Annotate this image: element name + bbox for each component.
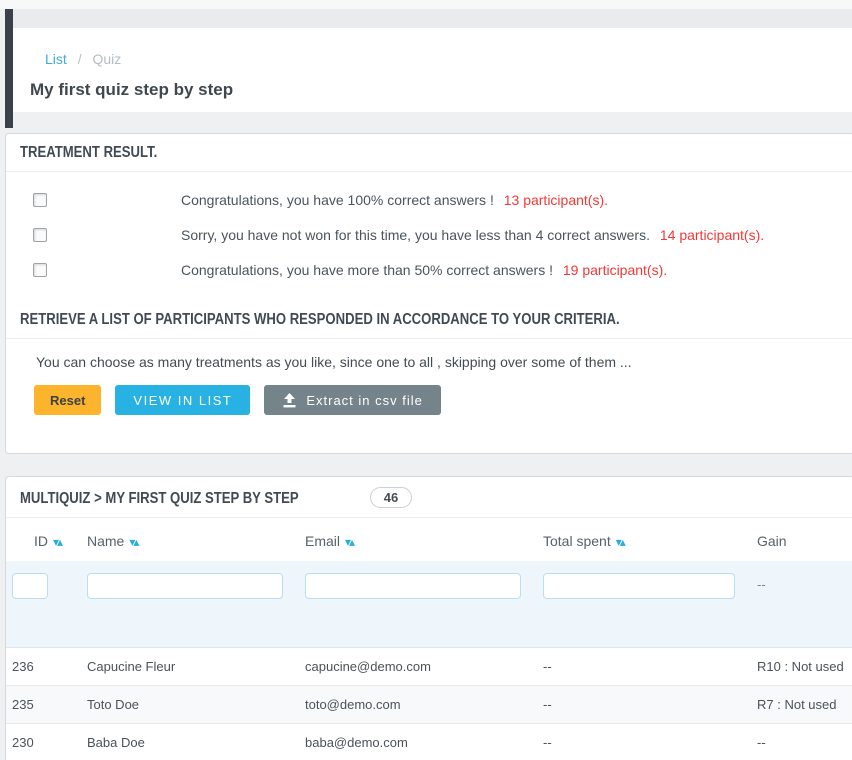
count-badge: 46 <box>370 487 412 508</box>
cell-total-spent: -- <box>537 685 751 723</box>
column-label: Email <box>305 533 340 549</box>
actions-toolbar: Reset VIEW IN LIST Extract in csv file <box>34 385 852 415</box>
results-table: ID ▾▴ Name ▾▴ Email ▾▴ Total spent ▾▴ Gain <box>6 518 852 760</box>
filter-row: -- <box>6 561 852 647</box>
cell-email: capucine@demo.com <box>299 647 537 685</box>
column-label: Gain <box>757 533 787 549</box>
upload-icon <box>282 393 297 408</box>
multiquiz-heading-text: MULTIQUIZ > MY FIRST QUIZ STEP BY STEP <box>20 490 299 508</box>
cell-name: Capucine Fleur <box>81 647 299 685</box>
column-header-total-spent: Total spent ▾▴ <box>537 518 751 561</box>
breadcrumb-separator: / <box>78 51 82 67</box>
breadcrumb-link-list[interactable]: List <box>45 51 67 67</box>
participant-count: 19 participant(s). <box>563 262 667 278</box>
column-header-name: Name ▾▴ <box>81 518 299 561</box>
top-band <box>13 9 852 28</box>
treatment-result-panel: TREATMENT RESULT. Congratulations, you h… <box>5 133 852 454</box>
sort-asc-icon[interactable]: ▴ <box>133 535 137 549</box>
cell-gain: R10 : Not used <box>751 647 852 685</box>
criteria-checkbox-1[interactable] <box>33 193 47 207</box>
multiquiz-heading: MULTIQUIZ > MY FIRST QUIZ STEP BY STEP 46 <box>6 477 852 518</box>
retrieve-heading-text: RETRIEVE A LIST OF PARTICIPANTS WHO RESP… <box>20 311 620 329</box>
page-header: List / Quiz My first quiz step by step <box>13 28 852 112</box>
column-header-id: ID ▾▴ <box>6 518 81 561</box>
view-in-list-button[interactable]: VIEW IN LIST <box>115 385 250 415</box>
cell-email: toto@demo.com <box>299 685 537 723</box>
cell-id: 230 <box>6 723 81 760</box>
instructions-note: You can choose as many treatments as you… <box>36 354 840 370</box>
cell-total-spent: -- <box>537 647 751 685</box>
extract-csv-button[interactable]: Extract in csv file <box>264 385 441 415</box>
criteria-label: Congratulations, you have more than 50% … <box>181 262 667 278</box>
page-title: My first quiz step by step <box>30 80 852 100</box>
criteria-list: Congratulations, you have 100% correct a… <box>6 172 852 295</box>
column-header-gain: Gain <box>751 518 852 561</box>
treatment-result-heading: TREATMENT RESULT. <box>6 134 852 172</box>
column-label: ID <box>34 533 48 549</box>
participant-count: 13 participant(s). <box>504 192 608 208</box>
spacer <box>0 454 852 476</box>
filter-email-input[interactable] <box>305 573 521 599</box>
participant-count: 14 participant(s). <box>660 227 764 243</box>
criteria-checkbox-3[interactable] <box>33 263 47 277</box>
table-row[interactable]: 235 Toto Doe toto@demo.com -- R7 : Not u… <box>6 685 852 723</box>
sort-control[interactable]: ▾▴ <box>53 533 61 549</box>
breadcrumb-current-quiz: Quiz <box>92 51 121 67</box>
criteria-checkbox-2[interactable] <box>33 228 47 242</box>
table-row[interactable]: 236 Capucine Fleur capucine@demo.com -- … <box>6 647 852 685</box>
sort-control[interactable]: ▾▴ <box>616 533 624 549</box>
criteria-label: Congratulations, you have 100% correct a… <box>181 192 608 208</box>
cell-email: baba@demo.com <box>299 723 537 760</box>
sort-asc-icon[interactable]: ▴ <box>349 535 353 549</box>
extract-csv-label: Extract in csv file <box>306 393 423 408</box>
criteria-text: Sorry, you have not won for this time, y… <box>181 227 650 243</box>
spacer <box>0 112 852 133</box>
criteria-row: Congratulations, you have more than 50% … <box>6 252 852 287</box>
sort-control[interactable]: ▾▴ <box>129 533 137 549</box>
retrieve-heading: RETRIEVE A LIST OF PARTICIPANTS WHO RESP… <box>6 301 852 339</box>
filter-name-input[interactable] <box>87 573 283 599</box>
column-label: Total spent <box>543 533 611 549</box>
cell-id: 235 <box>6 685 81 723</box>
table-header-row: ID ▾▴ Name ▾▴ Email ▾▴ Total spent ▾▴ Gain <box>6 518 852 561</box>
reset-button[interactable]: Reset <box>34 385 101 415</box>
cell-gain: -- <box>751 723 852 760</box>
criteria-row: Sorry, you have not won for this time, y… <box>6 217 852 252</box>
criteria-row: Congratulations, you have 100% correct a… <box>6 182 852 217</box>
sidebar-edge <box>5 9 13 128</box>
cell-total-spent: -- <box>537 723 751 760</box>
multiquiz-results-panel: MULTIQUIZ > MY FIRST QUIZ STEP BY STEP 46… <box>5 476 852 760</box>
treatment-result-heading-text: TREATMENT RESULT. <box>20 144 157 162</box>
cell-name: Baba Doe <box>81 723 299 760</box>
criteria-text: Congratulations, you have 100% correct a… <box>181 192 494 208</box>
filter-id-input[interactable] <box>12 573 48 599</box>
cell-name: Toto Doe <box>81 685 299 723</box>
filter-gain-placeholder: -- <box>751 561 852 647</box>
top-strip <box>0 0 852 9</box>
column-label: Name <box>87 533 124 549</box>
filter-total-spent-input[interactable] <box>543 573 735 599</box>
table-row[interactable]: 230 Baba Doe baba@demo.com -- -- <box>6 723 852 760</box>
cell-id: 236 <box>6 647 81 685</box>
criteria-label: Sorry, you have not won for this time, y… <box>181 227 764 243</box>
cell-gain: R7 : Not used <box>751 685 852 723</box>
sort-control[interactable]: ▾▴ <box>345 533 353 549</box>
column-header-email: Email ▾▴ <box>299 518 537 561</box>
sort-asc-icon[interactable]: ▴ <box>57 535 61 549</box>
criteria-text: Congratulations, you have more than 50% … <box>181 262 553 278</box>
sort-asc-icon[interactable]: ▴ <box>620 535 624 549</box>
breadcrumb: List / Quiz <box>45 51 852 67</box>
